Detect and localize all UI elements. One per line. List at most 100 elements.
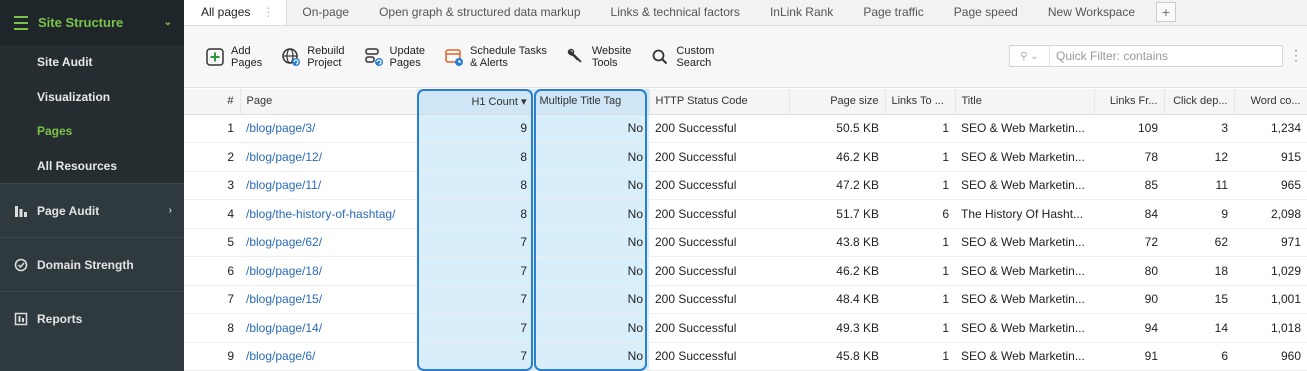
cell-word-count: 1,018 bbox=[1234, 313, 1307, 343]
cell-index: 6 bbox=[184, 256, 240, 286]
calendar-clock-icon bbox=[443, 46, 465, 68]
cell-links-to: 1 bbox=[885, 228, 955, 257]
table-row[interactable]: 4/blog/the-history-of-hashtag/8 No 200 Suc… bbox=[184, 199, 1307, 229]
col-header-http-status[interactable]: HTTP Status Code bbox=[649, 89, 790, 115]
cell-page-url[interactable]: /blog/page/3/ bbox=[240, 114, 417, 143]
sidebar-item-pages[interactable]: Pages bbox=[0, 114, 184, 149]
cell-http-status: 200 Successful bbox=[649, 171, 789, 200]
website-tools-button[interactable]: Website Tools bbox=[565, 45, 631, 69]
custom-search-button[interactable]: Custom Search bbox=[649, 45, 714, 69]
cell-links-to: 1 bbox=[885, 285, 955, 314]
col-header-links-from[interactable]: Links Fr... bbox=[1094, 89, 1165, 115]
tab-new-workspace[interactable]: New Workspace bbox=[1033, 0, 1150, 25]
cell-page-url[interactable]: /blog/page/62/ bbox=[240, 228, 417, 257]
table-row[interactable]: 3/blog/page/11/8 No 200 Successful 47.2 KB 1… bbox=[184, 171, 1307, 200]
table-row[interactable]: 6/blog/page/18/7 No 200 Successful 46.2 KB 1… bbox=[184, 256, 1307, 286]
cell-page-url[interactable]: /blog/the-history-of-hashtag/ bbox=[240, 199, 417, 229]
table-row[interactable]: 7/blog/page/15/7 No 200 Successful 48.4 KB 1… bbox=[184, 285, 1307, 314]
col-header-index[interactable]: # bbox=[184, 89, 241, 115]
table-row[interactable]: 9/blog/page/6/7 No 200 Successful 45.8 KB 1 S… bbox=[184, 342, 1307, 371]
cell-click-depth: 18 bbox=[1164, 256, 1234, 286]
cell-click-depth: 62 bbox=[1164, 228, 1234, 257]
wrench-icon bbox=[565, 46, 587, 68]
sidebar: Site Structure ⌄ Site Audit Visualizatio… bbox=[0, 0, 184, 371]
tab-on-page[interactable]: On-page bbox=[287, 0, 364, 25]
tab-all-pages[interactable]: All pages ⋮ bbox=[184, 0, 288, 25]
table-row[interactable]: 8/blog/page/14/7 No 200 Successful 49.3 KB 1… bbox=[184, 313, 1307, 343]
table-header-row: # Page H1 Count ▾ Multiple Title Tag HTT… bbox=[184, 89, 1307, 115]
cell-http-status: 200 Successful bbox=[649, 228, 789, 257]
cell-title: SEO & Web Marketin... bbox=[955, 256, 1094, 286]
cell-page-size: 47.2 KB bbox=[789, 171, 885, 200]
tab-page-traffic[interactable]: Page traffic bbox=[848, 0, 938, 25]
table-row[interactable]: 5/blog/page/62/7 No 200 Successful 43.8 KB 1… bbox=[184, 228, 1307, 257]
cell-page-url[interactable]: /blog/page/14/ bbox=[240, 313, 417, 343]
cell-page-url[interactable]: /blog/page/12/ bbox=[240, 142, 417, 172]
filter-placeholder: Quick Filter: contains bbox=[1056, 49, 1169, 63]
sidebar-item-visualization[interactable]: Visualization bbox=[0, 80, 184, 115]
cell-title: SEO & Web Marketin... bbox=[955, 114, 1094, 143]
col-header-page-size[interactable]: Page size bbox=[789, 89, 886, 115]
sidebar-item-site-audit[interactable]: Site Audit bbox=[0, 45, 184, 80]
cell-h1-count: 8 bbox=[417, 171, 533, 200]
cell-links-from: 84 bbox=[1094, 199, 1164, 229]
cell-links-to: 1 bbox=[885, 171, 955, 200]
tab-links-technical[interactable]: Links & technical factors bbox=[596, 0, 755, 25]
cell-click-depth: 14 bbox=[1164, 313, 1234, 343]
cell-index: 2 bbox=[184, 142, 240, 172]
cell-word-count: 915 bbox=[1234, 142, 1307, 172]
sidebar-item-reports[interactable]: Reports bbox=[0, 291, 184, 345]
button-label: Pages bbox=[231, 56, 263, 69]
filter-search-dropdown-icon[interactable]: ⚲ ⌄ bbox=[1010, 46, 1050, 66]
main-panel: All pages ⋮ On-page Open graph & structur… bbox=[184, 0, 1307, 371]
add-pages-button[interactable]: Add Pages bbox=[204, 45, 262, 69]
sidebar-item-domain-strength[interactable]: Domain Strength bbox=[0, 237, 184, 291]
update-pages-button[interactable]: Update Pages bbox=[363, 45, 425, 69]
col-header-h1-count[interactable]: H1 Count ▾ bbox=[417, 89, 534, 115]
cell-http-status: 200 Successful bbox=[649, 199, 789, 229]
reports-icon bbox=[14, 312, 28, 325]
chevron-down-icon: ⌄ bbox=[163, 17, 172, 28]
col-header-links-to[interactable]: Links To ... bbox=[885, 89, 956, 115]
search-icon bbox=[649, 46, 671, 68]
site-structure-icon bbox=[14, 15, 28, 30]
cell-page-url[interactable]: /blog/page/11/ bbox=[240, 171, 417, 200]
cell-links-to: 1 bbox=[885, 142, 955, 172]
cell-index: 3 bbox=[184, 171, 240, 200]
cell-click-depth: 6 bbox=[1164, 342, 1234, 371]
cell-links-from: 94 bbox=[1094, 313, 1164, 343]
add-tab-button[interactable]: + bbox=[1156, 2, 1176, 22]
rebuild-project-button[interactable]: Rebuild Project bbox=[280, 45, 345, 69]
sidebar-item-label: Visualization bbox=[37, 89, 111, 104]
quick-filter-input[interactable]: ⚲ ⌄ Quick Filter: contains bbox=[1009, 45, 1283, 67]
col-header-title[interactable]: Title bbox=[955, 89, 1095, 115]
cell-h1-count: 7 bbox=[417, 256, 533, 286]
tab-inlink-rank[interactable]: InLink Rank bbox=[755, 0, 848, 25]
cell-click-depth: 12 bbox=[1164, 142, 1234, 172]
col-header-page[interactable]: Page bbox=[240, 89, 418, 115]
cell-page-url[interactable]: /blog/page/18/ bbox=[240, 256, 417, 286]
globe-refresh-icon bbox=[280, 46, 302, 68]
table-row[interactable]: 1/blog/page/3/9 No 200 Successful 50.5 KB 1 S… bbox=[184, 114, 1307, 143]
tab-label: Page traffic bbox=[863, 5, 924, 19]
schedule-tasks-button[interactable]: Schedule Tasks & Alerts bbox=[443, 45, 547, 69]
cell-multiple-title-tag: No bbox=[533, 142, 649, 172]
col-header-multiple-title-tag[interactable]: Multiple Title Tag bbox=[533, 89, 650, 115]
cell-click-depth: 9 bbox=[1164, 199, 1234, 229]
cell-page-url[interactable]: /blog/page/6/ bbox=[240, 342, 417, 371]
cell-links-from: 90 bbox=[1094, 285, 1164, 314]
cell-multiple-title-tag: No bbox=[533, 171, 649, 200]
cell-h1-count: 7 bbox=[417, 228, 533, 257]
tab-page-speed[interactable]: Page speed bbox=[939, 0, 1033, 25]
sidebar-item-page-audit[interactable]: Page Audit › bbox=[0, 183, 184, 237]
col-header-click-depth[interactable]: Click dep... bbox=[1164, 89, 1235, 115]
sidebar-section-site-structure[interactable]: Site Structure ⌄ bbox=[0, 0, 184, 45]
sidebar-item-all-resources[interactable]: All Resources bbox=[0, 149, 184, 184]
tab-open-graph[interactable]: Open graph & structured data markup bbox=[364, 0, 595, 25]
table-row[interactable]: 2/blog/page/12/8 No 200 Successful 46.2 KB 1… bbox=[184, 142, 1307, 172]
cell-page-url[interactable]: /blog/page/15/ bbox=[240, 285, 417, 314]
cell-click-depth: 11 bbox=[1164, 171, 1234, 200]
col-header-word-count[interactable]: Word co... bbox=[1234, 89, 1307, 115]
plus-icon: + bbox=[1161, 4, 1171, 20]
more-options-icon[interactable]: ⋮ bbox=[1289, 47, 1303, 64]
